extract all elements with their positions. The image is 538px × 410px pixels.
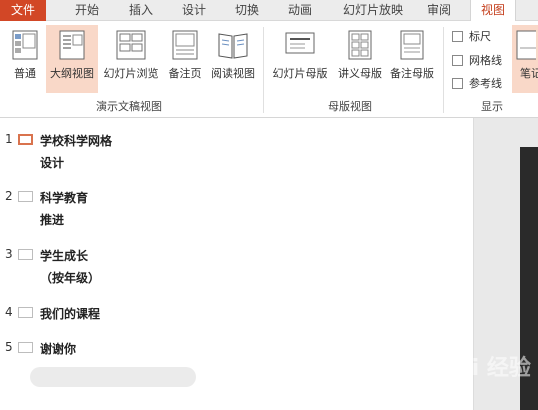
- normal-view-icon: [12, 30, 38, 63]
- slide-number: 1: [5, 132, 13, 146]
- slide-number: 3: [5, 247, 13, 261]
- outline-title-line[interactable]: 科学教育: [40, 189, 88, 206]
- ribbon: 普通 大纲视图 幻灯片浏览 备注页 阅读视图 演示文稿视图 幻灯片母版 讲义母版…: [0, 21, 538, 118]
- tab-slideshow[interactable]: 幻灯片放映: [335, 0, 411, 21]
- guides-checkbox[interactable]: 参考线: [452, 75, 502, 91]
- guides-label: 参考线: [469, 77, 502, 90]
- outline-title-line[interactable]: 学校科学网格: [40, 132, 112, 149]
- master-views-group-label: 母版视图: [328, 100, 372, 113]
- outline-title-line[interactable]: 学生成长: [40, 247, 88, 264]
- slide-master-label: 幻灯片母版: [272, 67, 328, 80]
- notes-master-label: 备注母版: [390, 67, 434, 80]
- slide-master-button[interactable]: 幻灯片母版: [268, 25, 332, 93]
- tab-insert[interactable]: 插入: [118, 0, 164, 21]
- normal-view-label: 普通: [14, 67, 36, 80]
- watermark: Bai 经验: [440, 356, 531, 381]
- slide-icon[interactable]: [18, 134, 33, 145]
- outline-view-icon: [59, 30, 85, 63]
- ruler-label: 标尺: [469, 30, 491, 43]
- slide-icon[interactable]: [18, 191, 33, 202]
- notes-icon: [516, 30, 538, 63]
- handout-master-label: 讲义母版: [338, 67, 382, 80]
- ribbon-tab-bar: 文件 开始 插入 设计 切换 动画 幻灯片放映 审阅 视图: [0, 0, 538, 22]
- handout-master-icon: [348, 30, 372, 63]
- outline-title-line[interactable]: 谢谢你: [40, 340, 76, 357]
- notes-page-button[interactable]: 备注页: [164, 25, 206, 93]
- tab-animations[interactable]: 动画: [277, 0, 323, 21]
- handout-master-button[interactable]: 讲义母版: [334, 25, 386, 93]
- notes-button[interactable]: 笔记: [512, 25, 538, 93]
- slide-icon[interactable]: [18, 342, 33, 353]
- slide-number: 4: [5, 305, 13, 319]
- slide-sorter-label: 幻灯片浏览: [103, 67, 159, 80]
- tab-view[interactable]: 视图: [470, 0, 516, 22]
- notes-master-button[interactable]: 备注母版: [386, 25, 438, 93]
- outline-title-line[interactable]: （按年级）: [40, 269, 100, 286]
- presentation-views-group-label: 演示文稿视图: [96, 100, 162, 113]
- tab-transitions[interactable]: 切换: [224, 0, 270, 21]
- outline-view-label: 大纲视图: [50, 67, 94, 80]
- outline-title-line[interactable]: 设计: [40, 154, 64, 171]
- tab-home[interactable]: 开始: [64, 0, 110, 21]
- notes-label: 笔记: [520, 67, 538, 80]
- slide-master-icon: [285, 30, 315, 59]
- notes-page-label: 备注页: [168, 67, 202, 80]
- reading-view-button[interactable]: 阅读视图: [206, 25, 260, 93]
- group-separator: [443, 27, 444, 113]
- ruler-checkbox[interactable]: 标尺: [452, 28, 491, 44]
- notes-page-icon: [172, 30, 198, 63]
- checkbox-box[interactable]: [452, 77, 463, 89]
- outline-title-line[interactable]: 推进: [40, 211, 64, 228]
- tab-file[interactable]: 文件: [0, 0, 46, 21]
- show-group-label: 显示: [481, 100, 503, 113]
- outline-title-line[interactable]: 我们的课程: [40, 305, 100, 322]
- checkbox-box[interactable]: [452, 54, 463, 66]
- slide-icon[interactable]: [18, 249, 33, 260]
- slide-sorter-button[interactable]: 幻灯片浏览: [100, 25, 162, 93]
- tab-design[interactable]: 设计: [171, 0, 217, 21]
- slide-icon[interactable]: [18, 307, 33, 318]
- slide-number: 2: [5, 189, 13, 203]
- notes-master-icon: [400, 30, 424, 63]
- checkbox-box[interactable]: [452, 30, 463, 42]
- outline-view-button[interactable]: 大纲视图: [46, 25, 98, 93]
- reading-view-label: 阅读视图: [211, 67, 255, 80]
- normal-view-button[interactable]: 普通: [4, 25, 46, 93]
- gridlines-label: 网格线: [469, 54, 502, 67]
- blurred-region: [30, 367, 196, 387]
- slide-sorter-icon: [116, 30, 146, 63]
- group-separator: [263, 27, 264, 113]
- tab-review[interactable]: 审阅: [416, 0, 462, 21]
- book-icon: [217, 30, 249, 63]
- slide-number: 5: [5, 340, 13, 354]
- gridlines-checkbox[interactable]: 网格线: [452, 52, 502, 68]
